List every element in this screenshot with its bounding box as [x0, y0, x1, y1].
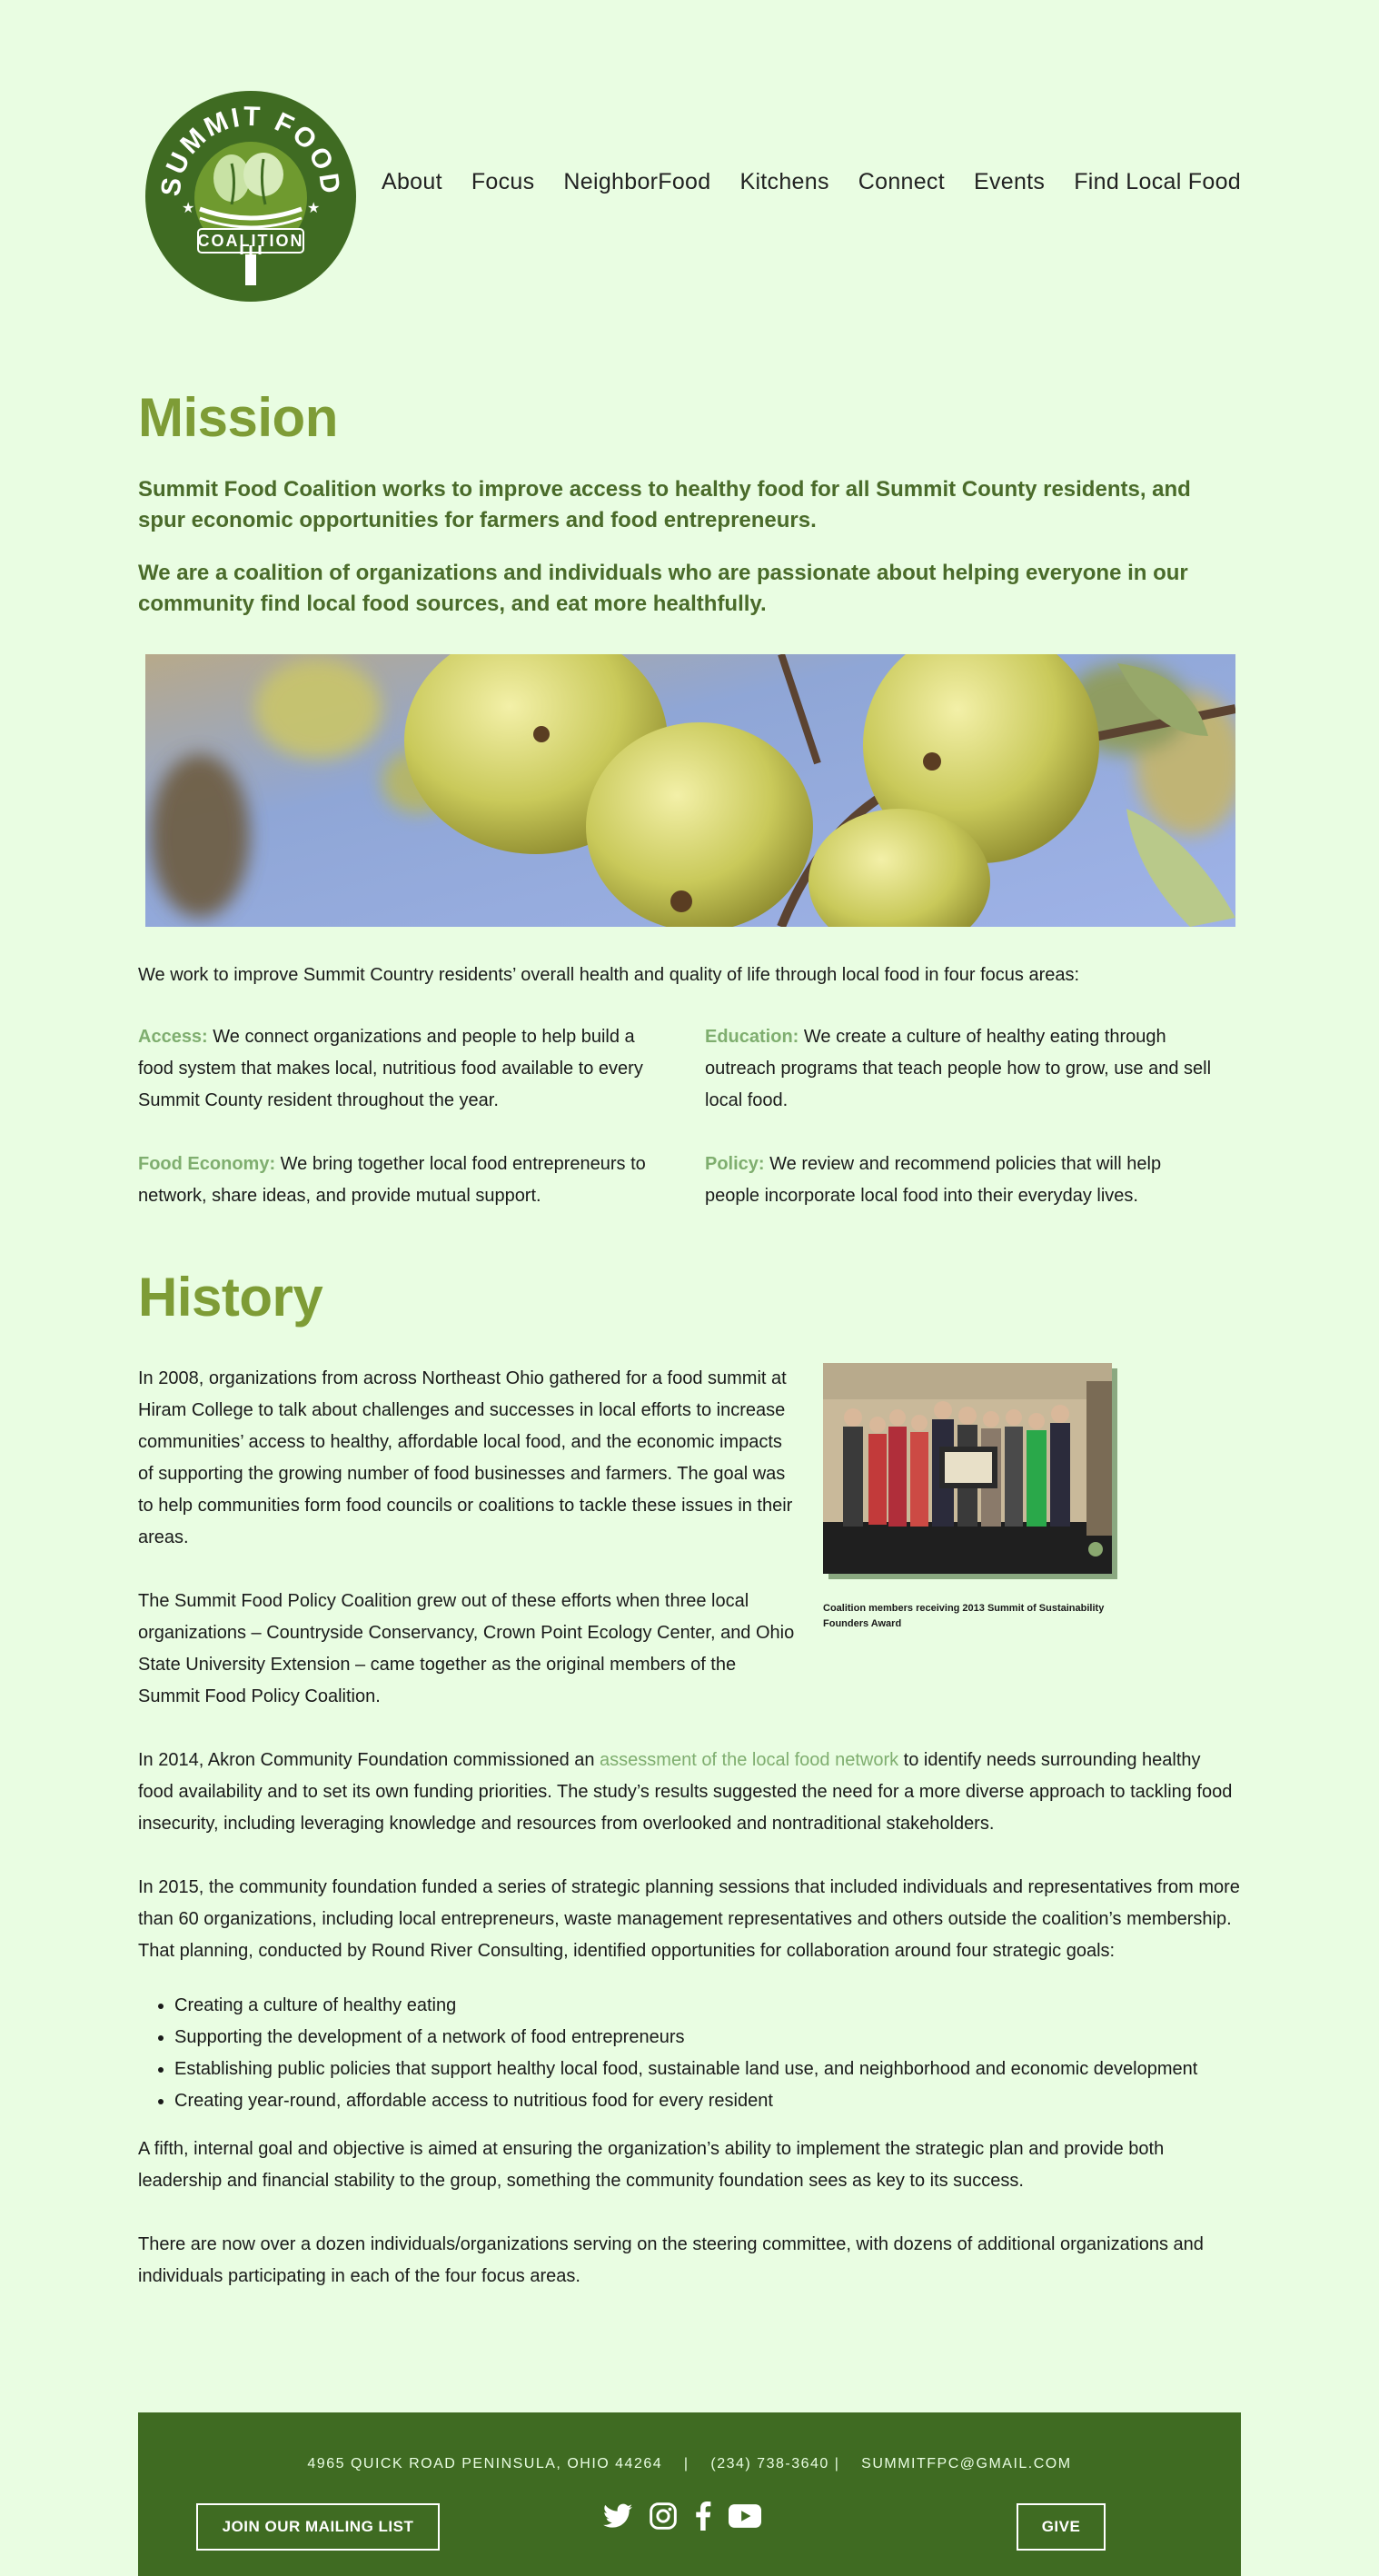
history-paragraph-6: There are now over a dozen individuals/o… [138, 2234, 1204, 2286]
assessment-link[interactable]: assessment of the local food network [600, 1750, 898, 1770]
site-footer: 4965 QUICK ROAD PENINSULA, OHIO 44264 | … [138, 2412, 1241, 2576]
nav-about[interactable]: About [382, 169, 442, 195]
instagram-icon[interactable] [649, 2501, 678, 2531]
focus-policy: Policy: We review and recommend policies… [705, 1154, 1162, 1206]
focus-access: Access: We connect organizations and peo… [138, 1027, 643, 1110]
history-paragraph-5: A fifth, internal goal and objective is … [138, 2139, 1165, 2191]
history-body: Coalition members receiving 2013 Summit … [138, 1363, 1241, 2324]
facebook-icon[interactable] [694, 2501, 712, 2531]
list-item: Creating a culture of healthy eating [174, 1990, 1241, 2022]
twitter-icon[interactable] [603, 2503, 632, 2529]
footer-contact: 4965 QUICK ROAD PENINSULA, OHIO 44264 | … [307, 2456, 1072, 2472]
focus-intro: We work to improve Summit Country reside… [138, 965, 1080, 985]
list-item: Supporting the development of a network … [174, 2022, 1241, 2054]
focus-education: Education: We create a culture of health… [705, 1027, 1212, 1110]
apples-hero-image [145, 654, 1235, 927]
svg-text:★: ★ [307, 201, 320, 216]
social-links [603, 2501, 761, 2531]
strategic-goals-list: Creating a culture of healthy eating Sup… [174, 1990, 1241, 2117]
history-paragraph-3: In 2014, Akron Community Foundation comm… [138, 1750, 1233, 1834]
nav-neighborfood[interactable]: NeighborFood [563, 169, 710, 195]
nav-connect[interactable]: Connect [858, 169, 945, 195]
site-logo[interactable]: SUMMIT FOOD COALITION ★ ★ [145, 91, 356, 302]
history-heading: History [138, 1267, 323, 1328]
mission-heading: Mission [138, 387, 338, 448]
mission-section: Mission Summit Food Coalition works to i… [138, 391, 1241, 620]
main-nav: About Focus NeighborFood Kitchens Connec… [382, 169, 1241, 195]
give-button[interactable]: GIVE [1017, 2503, 1106, 2551]
nav-focus[interactable]: Focus [471, 169, 535, 195]
award-photo [823, 1363, 1112, 1574]
svg-text:★: ★ [182, 201, 194, 216]
nav-find-local-food[interactable]: Find Local Food [1074, 169, 1241, 195]
nav-kitchens[interactable]: Kitchens [739, 169, 828, 195]
history-paragraph-4: In 2015, the community foundation funded… [138, 1877, 1240, 1961]
nav-events[interactable]: Events [974, 169, 1045, 195]
youtube-icon[interactable] [729, 2504, 761, 2528]
award-photo-figure: Coalition members receiving 2013 Summit … [823, 1363, 1123, 1664]
mission-lead-2: We are a coalition of organizations and … [138, 561, 1188, 616]
focus-food-economy: Food Economy: We bring together local fo… [138, 1154, 646, 1206]
join-mailing-list-button[interactable]: JOIN OUR MAILING LIST [196, 2503, 440, 2551]
list-item: Establishing public policies that suppor… [174, 2054, 1241, 2085]
mission-lead-1: Summit Food Coalition works to improve a… [138, 477, 1191, 532]
focus-column-right: Education: We create a culture of health… [705, 1021, 1214, 1244]
focus-column-left: Access: We connect organizations and peo… [138, 1021, 647, 1244]
logo-emblem: SUMMIT FOOD COALITION ★ ★ [145, 91, 356, 302]
award-photo-caption: Coalition members receiving 2013 Summit … [823, 1603, 1105, 1629]
list-item: Creating year-round, affordable access t… [174, 2085, 1241, 2117]
